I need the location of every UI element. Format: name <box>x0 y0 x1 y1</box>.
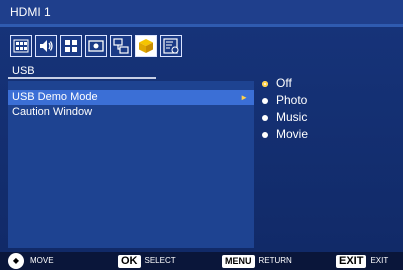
window-title: HDMI 1 <box>10 5 51 19</box>
display-icon <box>88 40 104 52</box>
help-select-label: SELECT <box>144 256 176 265</box>
network-icon <box>113 38 129 54</box>
help-return: MENU RETURN <box>222 252 292 270</box>
schedule-icon <box>163 38 179 54</box>
usb-box-icon <box>139 39 153 53</box>
tab-network[interactable] <box>110 35 132 57</box>
footer-help-bar: ◆ MOVE OK SELECT MENU RETURN EXIT EXIT <box>0 252 403 270</box>
grid-icon <box>65 40 77 52</box>
menu-item-label: Caution Window <box>12 106 93 118</box>
radio-dot-icon <box>262 97 268 104</box>
exit-key-icon: EXIT <box>336 254 367 268</box>
radio-dot-icon <box>262 131 268 138</box>
option-music[interactable]: Music <box>262 109 308 126</box>
ok-key-icon: OK <box>118 254 141 268</box>
option-movie[interactable]: Movie <box>262 126 308 143</box>
option-label: Music <box>276 110 308 124</box>
tab-usb[interactable] <box>135 35 157 57</box>
help-select: OK SELECT <box>118 252 176 270</box>
help-return-label: RETURN <box>258 256 292 265</box>
menu-key-icon: MENU <box>222 254 255 268</box>
radio-dot-icon <box>262 80 268 87</box>
option-label: Movie <box>276 127 309 141</box>
help-move: ◆ MOVE <box>8 252 54 270</box>
tab-icon-row <box>10 35 182 59</box>
menu-item-label: USB Demo Mode <box>12 91 98 103</box>
help-exit: EXIT EXIT <box>336 252 388 270</box>
tab-schedule[interactable] <box>160 35 182 57</box>
option-list: Off Photo Music Movie <box>262 75 308 143</box>
dpad-icon: ◆ <box>8 253 24 269</box>
tab-grid[interactable] <box>60 35 82 57</box>
option-label: Off <box>276 76 292 90</box>
tab-picture[interactable] <box>10 35 32 57</box>
menu-item-usb-demo-mode[interactable]: USB Demo Mode ► <box>8 90 254 105</box>
option-photo[interactable]: Photo <box>262 92 308 109</box>
audio-icon <box>40 40 53 52</box>
tab-audio[interactable] <box>35 35 57 57</box>
picture-icon <box>13 39 29 53</box>
submenu-arrow-icon: ► <box>240 93 248 102</box>
option-label: Photo <box>276 93 308 107</box>
tab-display[interactable] <box>85 35 107 57</box>
menu-item-caution-window[interactable]: Caution Window <box>8 105 254 120</box>
section-title: USB <box>8 63 156 79</box>
radio-dot-icon <box>262 114 268 121</box>
help-exit-label: EXIT <box>370 256 389 265</box>
window-title-bar: HDMI 1 <box>0 0 403 24</box>
help-move-label: MOVE <box>30 256 54 265</box>
option-off[interactable]: Off <box>262 75 308 92</box>
